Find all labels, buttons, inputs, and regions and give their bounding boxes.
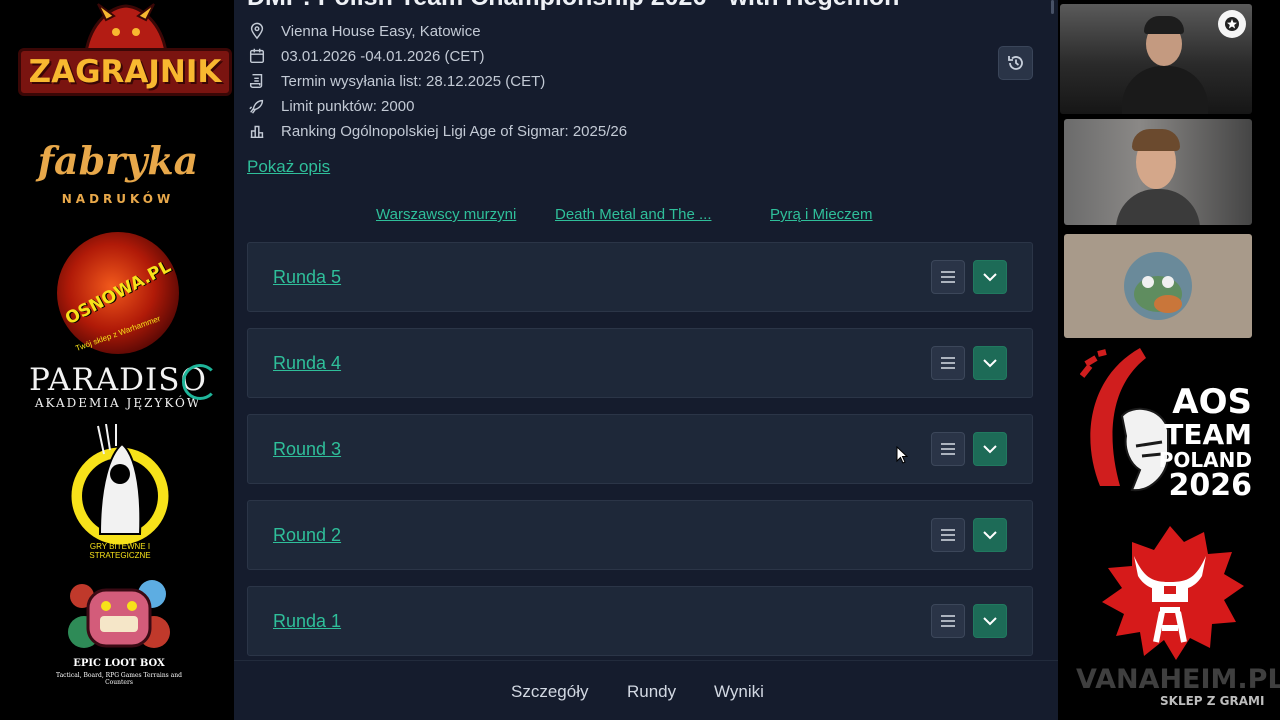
round-menu-button[interactable] bbox=[931, 604, 965, 638]
round-menu-button[interactable] bbox=[931, 518, 965, 552]
team-link[interactable]: Pyrą i Mieczem bbox=[770, 206, 873, 223]
zagrajnik-wordmark: ZAGRAJNIK bbox=[18, 48, 232, 96]
mouse-cursor-icon bbox=[896, 446, 908, 464]
menu-icon bbox=[941, 357, 955, 369]
menu-icon bbox=[941, 271, 955, 283]
viking-helmet-icon bbox=[1102, 526, 1244, 660]
chevron-down-icon bbox=[983, 445, 997, 454]
chevron-down-icon bbox=[983, 531, 997, 540]
team-link[interactable]: Death Metal and The ... bbox=[555, 206, 711, 223]
round-card: Round 3 bbox=[247, 414, 1033, 484]
nav-details-tab[interactable]: Szczegóły bbox=[511, 682, 588, 702]
spartan-helmet-icon bbox=[1080, 348, 1169, 492]
points-limit-row: Limit punktów: 2000 bbox=[247, 96, 414, 116]
ranking-text: Ranking Ogólnopolskiej Ligi Age of Sigma… bbox=[281, 122, 628, 140]
epic-loot-box-wordmark: EPIC LOOT BOX bbox=[73, 658, 165, 669]
osnowa-badge: OSNOWA.PL Twój sklep z Warhammer bbox=[57, 232, 179, 354]
nav-results-tab[interactable]: Wyniki bbox=[714, 682, 764, 702]
list-deadline-row: Termin wysyłania list: 28.12.2025 (CET) bbox=[247, 71, 545, 91]
history-icon bbox=[1007, 56, 1023, 70]
show-description-link[interactable]: Pokaż opis bbox=[247, 157, 330, 177]
location-text: Vienna House Easy, Katowice bbox=[281, 22, 481, 40]
chevron-down-icon bbox=[983, 617, 997, 626]
chevron-down-icon bbox=[983, 359, 997, 368]
ranking-icon bbox=[247, 121, 267, 141]
round-title-link[interactable]: Round 2 bbox=[273, 525, 341, 546]
list-deadline-text: Termin wysyłania list: 28.12.2025 (CET) bbox=[281, 72, 546, 90]
aos-line-2: TEAM bbox=[1164, 418, 1252, 451]
rocket-icon bbox=[247, 96, 267, 116]
scrollbar[interactable] bbox=[1051, 0, 1054, 14]
tournament-page: DMP: Polish Team Championship 2026 - wit… bbox=[234, 0, 1058, 720]
hair bbox=[1132, 129, 1180, 151]
menu-icon bbox=[941, 529, 955, 541]
streamer-body bbox=[1116, 189, 1200, 225]
warrior-logo: GRY BITEWNE I STRATEGICZNE bbox=[60, 423, 180, 564]
warrior-subtitle: GRY BITEWNE I STRATEGICZNE bbox=[89, 542, 151, 560]
streamer-body bbox=[1122, 66, 1208, 114]
round-title-link[interactable]: Runda 4 bbox=[273, 353, 341, 374]
round-card: Runda 4 bbox=[247, 328, 1033, 398]
fabryka-subtitle: NADRUKÓW bbox=[61, 192, 175, 206]
fabryka-wordmark: fabryka bbox=[37, 138, 199, 183]
dates-text: 03.01.2026 -04.01.2026 (CET) bbox=[281, 47, 485, 65]
beanie bbox=[1144, 16, 1184, 34]
calendar-icon bbox=[247, 46, 267, 66]
nav-rounds-tab[interactable]: Rundy bbox=[627, 682, 676, 702]
round-expand-button[interactable] bbox=[973, 604, 1007, 638]
left-sponsor-column: ZAGRAJNIK fabryka NADRUKÓW OSNOWA.PL Twó… bbox=[0, 0, 236, 720]
round-card: Runda 5 bbox=[247, 242, 1033, 312]
dates-row: 03.01.2026 -04.01.2026 (CET) bbox=[247, 46, 484, 66]
round-title-link[interactable]: Runda 1 bbox=[273, 611, 341, 632]
menu-icon bbox=[941, 615, 955, 627]
round-title-link[interactable]: Runda 5 bbox=[273, 267, 341, 288]
page-title: DMP: Polish Team Championship 2026 - wit… bbox=[247, 0, 899, 12]
aos-line-1: AOS bbox=[1172, 382, 1252, 422]
epic-loot-box-subtitle: Tactical, Board, RPG Games Terrains and … bbox=[56, 672, 182, 686]
round-card: Round 2 bbox=[247, 500, 1033, 570]
points-limit-text: Limit punktów: 2000 bbox=[281, 97, 415, 115]
monster-chest-icon bbox=[68, 580, 170, 648]
round-expand-button[interactable] bbox=[973, 260, 1007, 294]
bottom-navigation: Szczegóły Rundy Wyniki bbox=[234, 660, 1058, 720]
webcam-feed bbox=[1064, 234, 1252, 338]
chevron-down-icon bbox=[983, 273, 997, 282]
round-card: Runda 1 bbox=[247, 586, 1033, 656]
round-menu-button[interactable] bbox=[931, 346, 965, 380]
osnowa-logo: OSNOWA.PL Twój sklep z Warhammer bbox=[0, 232, 236, 354]
round-expand-button[interactable] bbox=[973, 432, 1007, 466]
round-menu-button[interactable] bbox=[931, 432, 965, 466]
round-title-link[interactable]: Round 3 bbox=[273, 439, 341, 460]
round-menu-button[interactable] bbox=[931, 260, 965, 294]
zagrajnik-logo: ZAGRAJNIK bbox=[18, 2, 232, 114]
location-row: Vienna House Easy, Katowice bbox=[247, 21, 481, 41]
webcam-feed bbox=[1064, 119, 1252, 225]
epic-loot-box-logo: EPIC LOOT BOX Tactical, Board, RPG Games… bbox=[56, 576, 182, 696]
vanaheim-wordmark: VANAHEIM.PL bbox=[1076, 664, 1280, 695]
round-expand-button[interactable] bbox=[973, 518, 1007, 552]
aos-line-4: 2026 bbox=[1168, 468, 1253, 503]
spartan-warrior-icon bbox=[68, 423, 172, 548]
paradiso-logo: PARADISO AKADEMIA JĘZYKÓW bbox=[0, 364, 236, 410]
aos-team-poland-logo: AOS TEAM POLAND 2026 bbox=[1080, 346, 1270, 506]
scroll-icon bbox=[247, 71, 267, 91]
ranking-row: Ranking Ogólnopolskiej Ligi Age of Sigma… bbox=[247, 121, 627, 141]
vanaheim-subtitle: SKLEP Z GRAMI bbox=[1160, 694, 1265, 708]
team-link[interactable]: Warszawscy murzyni bbox=[376, 206, 516, 223]
fabryka-logo: fabryka NADRUKÓW bbox=[0, 138, 236, 207]
location-pin-icon bbox=[247, 21, 267, 41]
headset-icon bbox=[182, 364, 218, 400]
avatar bbox=[1124, 252, 1192, 320]
round-expand-button[interactable] bbox=[973, 346, 1007, 380]
menu-icon bbox=[941, 443, 955, 455]
camera-status-icon bbox=[1218, 10, 1246, 38]
history-button[interactable] bbox=[998, 46, 1033, 80]
